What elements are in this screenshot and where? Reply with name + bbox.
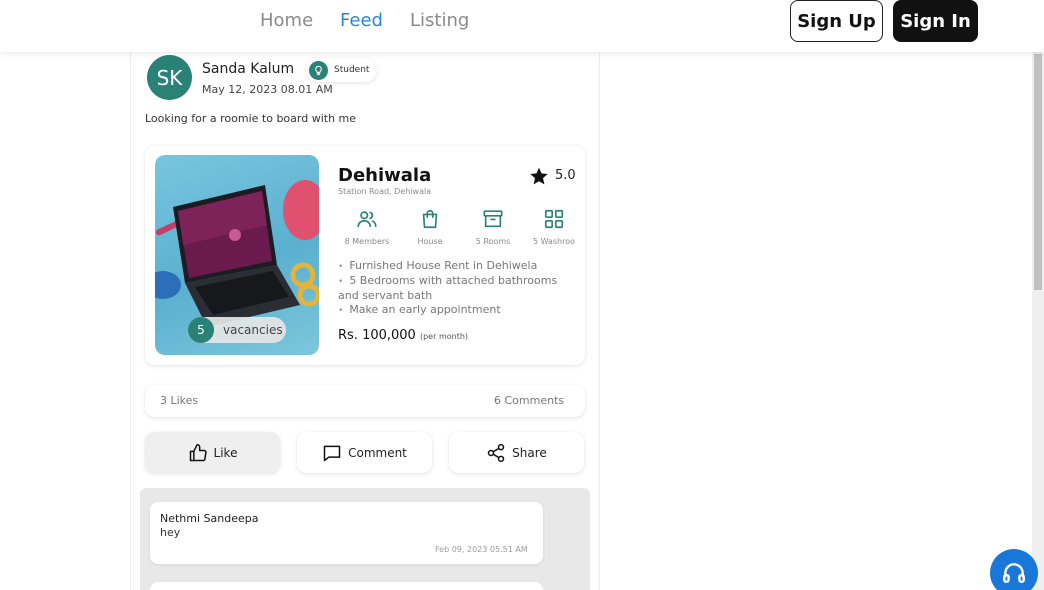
description-item: 5 Bedrooms with attached bathrooms and s…: [338, 274, 580, 303]
feature-members: 8 Members: [341, 208, 393, 246]
feature-label: 8 Members: [344, 237, 390, 246]
comment-button[interactable]: Comment: [297, 432, 432, 473]
scrollbar-thumb[interactable]: [1034, 54, 1042, 290]
comment-date: Feb 09, 2023 05.51 AM: [435, 545, 528, 554]
role-label: Student: [334, 65, 370, 75]
rating-value: 5.0: [555, 168, 576, 183]
feature-type: House: [409, 208, 451, 246]
top-navbar: Home Feed Listing Sign Up Sign In: [0, 0, 1044, 52]
post-date: May 12, 2023 08.01 AM: [202, 83, 333, 96]
listing-price: Rs. 100,000 (per month): [338, 328, 468, 343]
listing-description: Furnished House Rent in Dehiwela 5 Bedro…: [338, 259, 580, 318]
grid-icon: [544, 209, 564, 229]
post-text: Looking for a roomie to board with me: [145, 112, 357, 125]
like-label: Like: [213, 445, 238, 460]
share-label: Share: [512, 445, 547, 460]
comment-icon: [323, 445, 341, 461]
comment-card: [150, 582, 543, 590]
support-button[interactable]: [990, 549, 1038, 590]
feature-label: 5 Rooms: [475, 237, 511, 246]
comment-author[interactable]: Nethmi Sandeepa: [160, 512, 258, 525]
headphones-icon: [1003, 563, 1025, 583]
star-icon: [529, 166, 549, 190]
shopping-bag-icon: [422, 209, 438, 229]
comment-label: Comment: [348, 445, 407, 460]
listing-address: Station Road, Dehiwala: [338, 187, 432, 196]
role-badge: Student: [306, 58, 378, 82]
sign-in-button[interactable]: Sign In: [893, 0, 978, 42]
nav-feed-link[interactable]: Feed: [340, 10, 383, 31]
author-name[interactable]: Sanda Kalum: [202, 61, 294, 77]
like-button[interactable]: Like: [145, 432, 280, 473]
feature-washrooms: 5 Washroo: [528, 208, 580, 246]
lightbulb-icon: [309, 60, 328, 80]
vacancies-badge: 5 vacancies: [188, 317, 286, 343]
comment-text: hey: [160, 526, 181, 539]
vacancies-label: vacancies: [223, 323, 283, 337]
thumbs-up-icon: [189, 443, 207, 461]
author-avatar[interactable]: SK: [147, 55, 192, 100]
feature-rooms: 5 Rooms: [472, 208, 514, 246]
vacancies-count: 5: [188, 317, 214, 343]
users-icon: [357, 211, 377, 228]
feature-label: 5 Washroo: [532, 237, 576, 246]
sign-up-button[interactable]: Sign Up: [790, 0, 883, 42]
comments-count[interactable]: 6 Comments: [494, 394, 564, 407]
feature-label: House: [417, 237, 443, 246]
share-button[interactable]: Share: [449, 432, 584, 473]
likes-count[interactable]: 3 Likes: [160, 394, 198, 407]
price-amount: Rs. 100,000: [338, 328, 416, 343]
nav-listing-link[interactable]: Listing: [410, 10, 469, 31]
share-icon: [487, 443, 505, 462]
description-item: Furnished House Rent in Dehiwela: [338, 259, 580, 274]
listing-title[interactable]: Dehiwala: [338, 165, 431, 186]
archive-box-icon: [483, 210, 503, 228]
price-period: (per month): [419, 332, 469, 341]
description-item: Make an early appointment: [338, 303, 580, 318]
nav-home-link[interactable]: Home: [260, 10, 313, 31]
